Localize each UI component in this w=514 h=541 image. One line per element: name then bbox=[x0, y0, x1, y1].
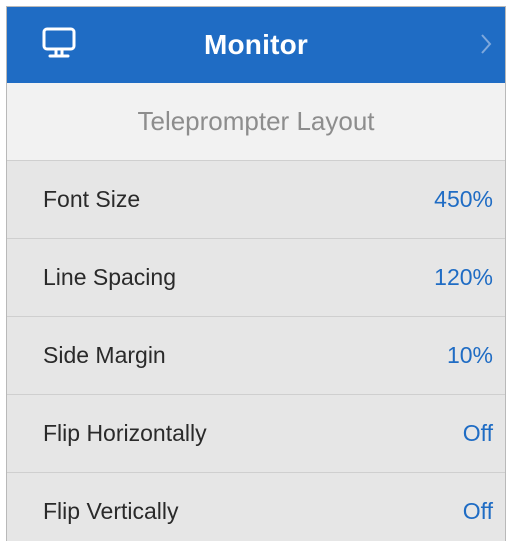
setting-value[interactable]: Off bbox=[463, 473, 493, 541]
setting-row-flip-vertically[interactable]: Flip Vertically Off bbox=[7, 473, 505, 541]
monitor-title: Monitor bbox=[203, 29, 309, 60]
setting-value[interactable]: 10% bbox=[447, 317, 493, 394]
setting-label: Flip Vertically bbox=[43, 498, 179, 524]
setting-row-flip-horizontally[interactable]: Flip Horizontally Off bbox=[7, 395, 505, 473]
setting-label: Line Spacing bbox=[43, 264, 176, 290]
monitor-settings-panel: Monitor Teleprompter Layout Font Size 45… bbox=[6, 6, 506, 541]
setting-row-font-size[interactable]: Font Size 450% bbox=[7, 161, 505, 239]
monitor-header[interactable]: Monitor bbox=[7, 7, 505, 83]
setting-row-line-spacing[interactable]: Line Spacing 120% bbox=[7, 239, 505, 317]
setting-value[interactable]: 450% bbox=[434, 161, 493, 238]
chevron-right-icon[interactable] bbox=[479, 32, 493, 56]
setting-label: Font Size bbox=[43, 186, 141, 212]
setting-label: Flip Horizontally bbox=[43, 420, 207, 446]
settings-list: Font Size 450% Line Spacing 120% Side Ma… bbox=[7, 161, 505, 541]
setting-value[interactable]: Off bbox=[463, 395, 493, 472]
setting-row-side-margin[interactable]: Side Margin 10% bbox=[7, 317, 505, 395]
setting-label: Side Margin bbox=[43, 342, 166, 368]
section-title: Teleprompter Layout bbox=[7, 83, 505, 161]
setting-value[interactable]: 120% bbox=[434, 239, 493, 316]
